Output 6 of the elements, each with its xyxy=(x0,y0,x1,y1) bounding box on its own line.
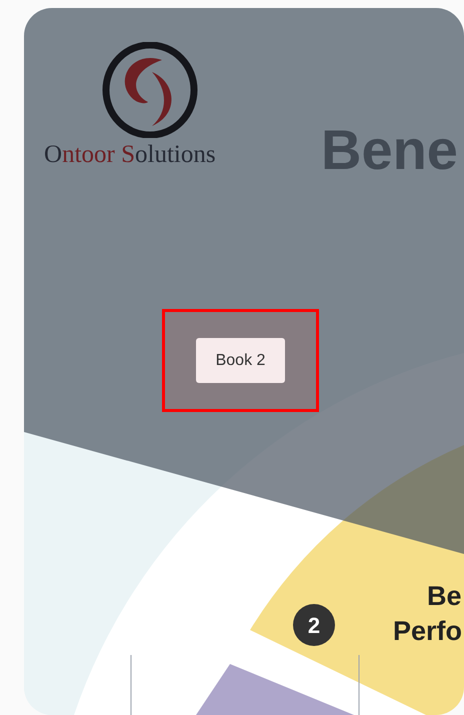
book-button[interactable]: Book 2 xyxy=(196,338,285,383)
logo-text: Ontoor Solutions xyxy=(44,140,216,170)
step-title: Perfo xyxy=(393,615,462,647)
slide-heading: Bene xyxy=(321,118,458,182)
logo-swirl-icon xyxy=(102,42,198,138)
step-title: Be xyxy=(427,580,462,612)
